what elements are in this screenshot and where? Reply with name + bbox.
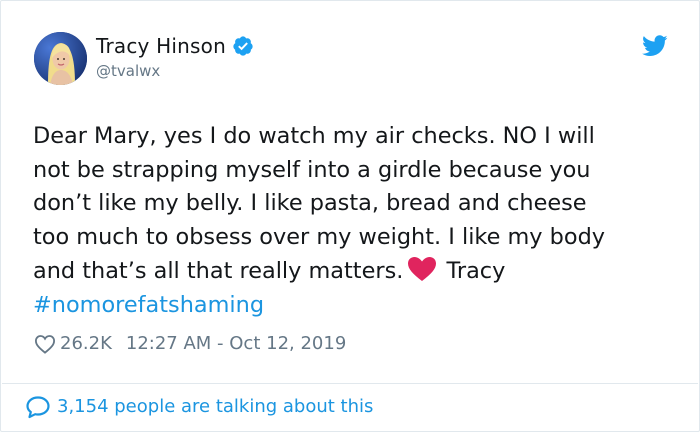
red-heart-emoji <box>408 256 437 281</box>
conversation-text: 3,154 people are talking about this <box>57 396 374 417</box>
tweet-text-line: Dear Mary, yes I do watch my air checks.… <box>33 123 595 149</box>
tweet-meta: 26.2K 12:27 AM - Oct 12, 2019 <box>34 332 346 356</box>
author-name-row: Tracy Hinson <box>96 33 254 59</box>
tweet-text: Dear Mary, yes I do watch my air checks.… <box>33 120 673 322</box>
tweet-text-line: not be strapping myself into a girdle be… <box>33 156 591 183</box>
speech-bubble-icon <box>26 396 50 419</box>
avatar-image <box>34 32 87 85</box>
divider <box>2 383 698 384</box>
tweet-text-line: too much to obsess over my weight. I lik… <box>33 224 606 251</box>
tweet-card: Tracy Hinson @tvalwx Dear Mary, yes I do… <box>0 0 700 432</box>
verified-badge-icon <box>233 36 253 56</box>
tweet-text-line: don’t like my belly. I like pasta, bread… <box>33 190 587 217</box>
tweet-text-line: and that’s all that really matters. <box>33 257 404 284</box>
display-name[interactable]: Tracy Hinson <box>96 33 226 59</box>
twitter-bird-icon[interactable] <box>642 35 668 57</box>
tweet-header: Tracy Hinson @tvalwx <box>34 32 674 88</box>
avatar[interactable] <box>34 32 87 85</box>
like-count[interactable]: 26.2K <box>60 332 112 356</box>
heart-outline-icon[interactable] <box>34 334 56 354</box>
author-handle[interactable]: @tvalwx <box>96 62 160 80</box>
hashtag-link[interactable]: #nomorefatshaming <box>33 292 264 318</box>
conversation-link[interactable]: 3,154 people are talking about this <box>25 395 373 419</box>
tweet-timestamp[interactable]: 12:27 AM - Oct 12, 2019 <box>126 332 346 356</box>
tweet-signature: Tracy <box>446 257 506 284</box>
